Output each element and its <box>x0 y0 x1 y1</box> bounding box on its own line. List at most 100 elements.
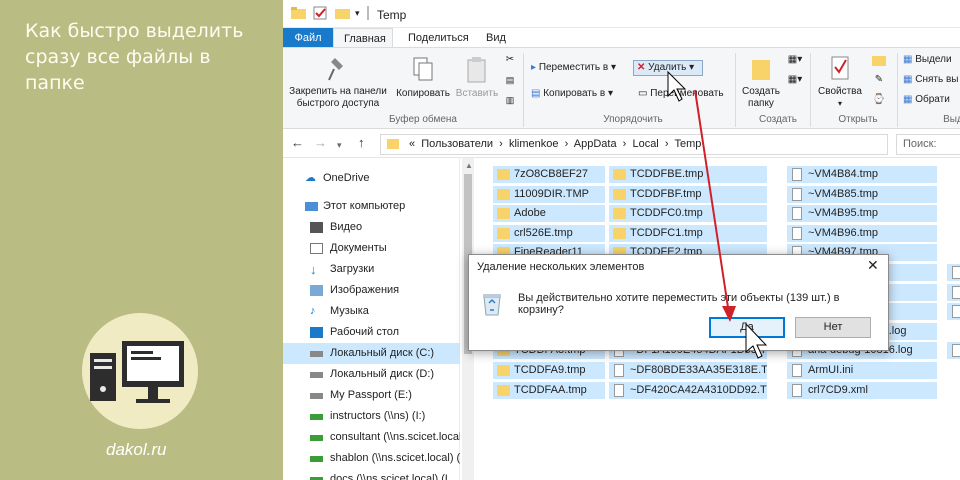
folder-icon <box>613 227 626 239</box>
file-item[interactable]: crl526E.tmp <box>493 224 605 242</box>
tab-home[interactable]: Главная <box>333 28 393 48</box>
file-item[interactable]: ~VM4B84.tmp <box>787 166 937 183</box>
crumb-users[interactable]: Пользователи <box>421 138 493 150</box>
paste-button[interactable]: Вставить <box>453 56 501 100</box>
file-item[interactable]: ~VM4B95.tmp <box>787 205 937 223</box>
path-chevron: « <box>409 138 416 150</box>
back-arrow-icon[interactable]: ← <box>291 136 304 149</box>
file-item[interactable]: MVM_5.tmp <box>947 303 960 321</box>
tab-view[interactable]: Вид <box>476 28 516 48</box>
divider <box>735 53 736 127</box>
rename-button[interactable]: ▭ Переименовать <box>638 88 733 100</box>
file-item[interactable]: crl7CD9.xml <box>787 381 937 399</box>
folder-icon <box>497 227 510 239</box>
easy-access-icon[interactable]: ▦▾ <box>785 74 805 86</box>
new-folder-icon[interactable] <box>335 6 350 20</box>
tab-share[interactable]: Поделиться <box>398 28 479 48</box>
crumb-appdata[interactable]: AppData <box>574 138 617 150</box>
file-item[interactable]: ocked.log <box>947 342 960 360</box>
nav-item-music[interactable]: ♪ Музыка <box>283 301 460 322</box>
close-icon[interactable]: ✕ <box>867 257 879 274</box>
nav-item-docs[interactable]: docs (\\ns.scicet.local) (L <box>283 469 460 480</box>
new-folder-button[interactable]: Создать папку <box>739 54 783 110</box>
up-arrow-icon[interactable]: ↑ <box>358 136 365 149</box>
select-all-button[interactable]: ▦ Выдели <box>903 54 960 66</box>
nav-item-downloads[interactable]: ↓ Загрузки <box>283 259 460 280</box>
nav-item-documents[interactable]: Документы <box>283 238 460 259</box>
file-item[interactable]: TCDDFC0.tmp <box>609 205 767 223</box>
nav-item-consultant[interactable]: consultant (\\ns.scicet.local) <box>283 427 460 448</box>
new-item-icon[interactable]: ▦▾ <box>785 54 805 66</box>
computer-illustration <box>82 313 198 429</box>
file-item[interactable]: TCDDFA9.tmp <box>493 362 605 379</box>
invert-selection-button[interactable]: ▦ Обрати <box>903 94 960 106</box>
move-to-label: Переместить в <box>538 62 609 73</box>
crumb-local[interactable]: Local <box>632 138 658 150</box>
network-drive-icon <box>310 435 323 441</box>
address-bar-row: ← → ▾ ↑ « Пользователи › klimenkoe › App… <box>283 131 960 169</box>
move-to-button[interactable]: ▸ Переместить в ▾ <box>531 62 631 74</box>
history-icon[interactable]: ⌚ <box>868 94 890 106</box>
scroll-up-icon[interactable]: ▲ <box>465 161 473 170</box>
copy-path-icon[interactable]: ▤ <box>503 74 517 86</box>
file-item[interactable]: 11009DIR.TMP <box>493 185 605 203</box>
file-item[interactable]: ~DF80BDE33AA35E318E.TMP <box>609 362 767 379</box>
deselect-button[interactable]: ▦ Снять вы <box>903 74 960 86</box>
file-item[interactable]: TCDDFC1.tmp <box>609 224 767 242</box>
file-name: ArmUI.ini <box>808 364 854 376</box>
file-item[interactable]: TCDDFBE.tmp <box>609 166 767 183</box>
no-button[interactable]: Нет <box>795 317 871 338</box>
network-drive-icon <box>310 456 323 462</box>
crumb-user[interactable]: klimenkoe <box>509 138 559 150</box>
open-icon[interactable] <box>868 54 890 70</box>
forward-arrow-icon[interactable]: → <box>314 136 327 149</box>
crumb-temp[interactable]: Temp <box>674 138 701 150</box>
file-icon <box>952 344 960 358</box>
file-name: Adobe <box>514 207 546 220</box>
yes-button[interactable]: Да <box>709 317 785 338</box>
file-item[interactable]: 7zO8CB8EF27 <box>493 166 605 183</box>
folder-icon <box>387 139 399 149</box>
address-path[interactable]: « Пользователи › klimenkoe › AppData › L… <box>380 134 888 155</box>
nav-item-this-pc[interactable]: Этот компьютер <box>283 196 460 217</box>
file-item[interactable]: TCDDFAA.tmp <box>493 381 605 399</box>
scissors-icon[interactable]: ✂ <box>503 54 517 66</box>
dialog-message: Вы действительно хотите переместить эти … <box>518 292 840 316</box>
download-arrow-icon: ↓ <box>310 262 317 277</box>
file-name: ~VM4B95.tmp <box>808 207 879 220</box>
properties-check-icon[interactable] <box>313 6 328 20</box>
paste-shortcut-icon[interactable]: ▥ <box>503 94 517 106</box>
file-item[interactable]: MVM_3.tmp <box>947 283 960 301</box>
edit-icon[interactable]: ✎ <box>868 74 890 86</box>
file-item[interactable]: ~VM4B96.tmp <box>787 224 937 242</box>
nav-item-shablon[interactable]: shablon (\\ns.scicet.local) (I <box>283 448 460 469</box>
nav-item-network-i[interactable]: instructors (\\ns) (I:) <box>283 406 460 427</box>
nav-item-desktop[interactable]: Рабочий стол <box>283 322 460 343</box>
recent-chevron-icon[interactable]: ▾ <box>337 139 342 151</box>
properties-button[interactable]: Свойства ▾ <box>813 54 867 110</box>
delete-button[interactable]: ✕ Удалить ▾ <box>633 60 703 76</box>
tab-file[interactable]: Файл <box>283 28 333 48</box>
nav-item-video[interactable]: Видео <box>283 217 460 238</box>
file-item[interactable]: TCDDFBF.tmp <box>609 185 767 203</box>
open-group-label: Открыть <box>838 114 878 125</box>
file-item[interactable]: ~DF420CA42A4310DD92.TMP <box>609 381 767 399</box>
search-input[interactable]: Поиск: Temp <box>896 134 960 169</box>
nav-item-onedrive[interactable]: ☁ OneDrive <box>283 168 460 189</box>
nav-item-drive-e[interactable]: My Passport (E:) <box>283 385 460 406</box>
file-icon <box>614 364 624 377</box>
copy-to-button[interactable]: ▤ Копировать в ▾ <box>531 88 631 100</box>
pin-button[interactable]: Закрепить на панели быстрого доступа <box>288 56 388 110</box>
recycle-bin-icon <box>481 291 503 317</box>
folder-icon[interactable] <box>291 6 306 20</box>
file-item[interactable]: ~VM4B85.tmp <box>787 185 937 203</box>
file-icon <box>792 383 802 397</box>
file-item[interactable]: MVM_2.tmp <box>947 264 960 281</box>
nav-item-drive-c[interactable]: Локальный диск (C:) <box>283 343 460 364</box>
nav-item-drive-d[interactable]: Локальный диск (D:) <box>283 364 460 385</box>
copy-button[interactable]: Копировать <box>393 56 453 100</box>
nav-item-pictures[interactable]: Изображения <box>283 280 460 301</box>
file-item[interactable]: ArmUI.ini <box>787 362 937 379</box>
file-name: TCDDFC1.tmp <box>630 226 703 239</box>
file-item[interactable]: Adobe <box>493 205 605 223</box>
